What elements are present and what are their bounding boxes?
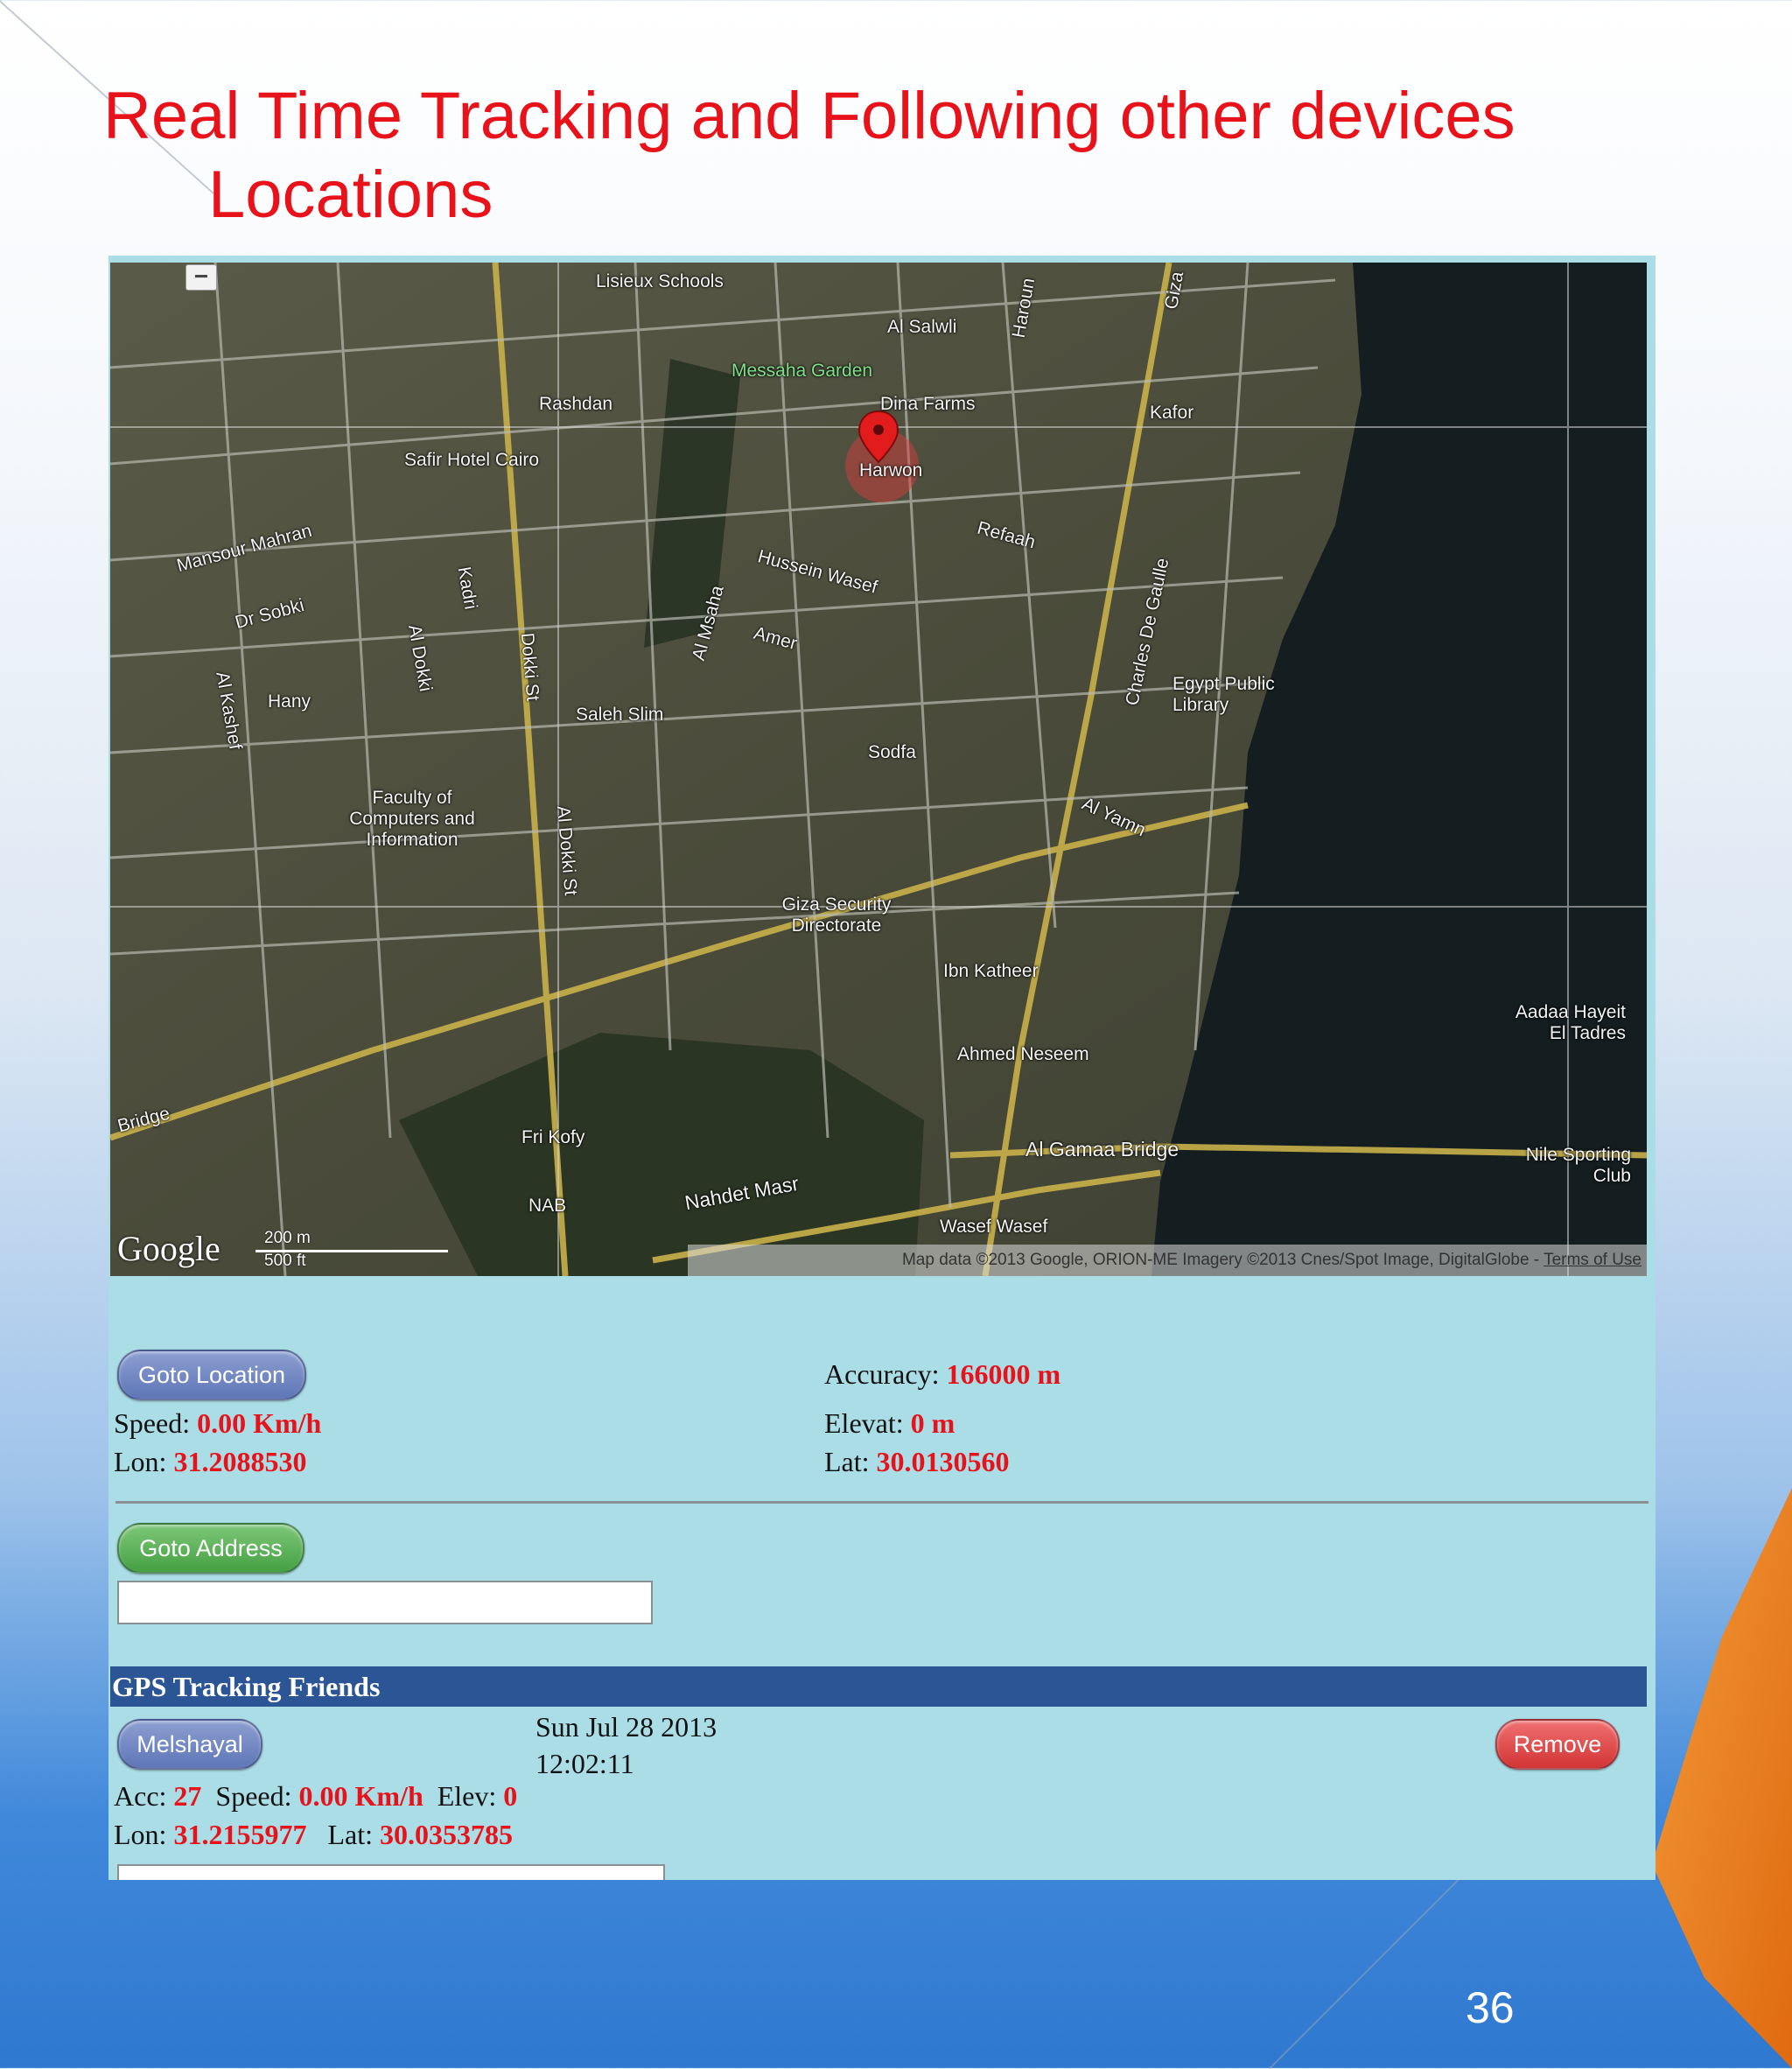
friend-name-button[interactable]: Melshayal: [117, 1719, 262, 1770]
goto-location-button[interactable]: Goto Location: [117, 1350, 306, 1400]
remove-friend-button[interactable]: Remove: [1495, 1719, 1620, 1770]
map-label: Safir Hotel Cairo: [404, 450, 540, 470]
friends-header: GPS Tracking Friends: [110, 1666, 1647, 1707]
lat-label: Lat:: [824, 1446, 870, 1477]
map-label: NAB: [528, 1196, 567, 1216]
elevation-label: Elevat:: [824, 1407, 904, 1439]
friend-elev-label: Elev:: [437, 1780, 497, 1812]
friend-lat-label: Lat:: [327, 1819, 373, 1850]
map-label: Lisieux Schools: [596, 271, 724, 291]
friend-coords-row: Lon: 31.2155977 Lat: 30.0353785: [114, 1819, 513, 1851]
accuracy-value: 166000 m: [946, 1358, 1061, 1390]
friend-lon-value: 31.2155977: [173, 1819, 307, 1850]
accuracy-label: Accuracy:: [824, 1358, 940, 1390]
friend-acc-value: 27: [173, 1780, 202, 1812]
scale-metric: 200 m: [264, 1229, 311, 1247]
map-label: Kafor: [1150, 403, 1194, 423]
speed-row: Speed: 0.00 Km/h: [114, 1407, 321, 1440]
map-label: Aadaa Hayeit El Tadres: [1515, 1002, 1626, 1043]
map-label: Harwon: [859, 460, 923, 480]
slide-title: Real Time Tracking and Following other d…: [103, 77, 1591, 235]
zoom-out-button[interactable]: −: [186, 264, 217, 291]
map-imagery: [110, 263, 1647, 1276]
terms-of-use-link[interactable]: Terms of Use: [1544, 1251, 1642, 1269]
friend-timestamp: Sun Jul 28 2013 12:02:11: [536, 1708, 717, 1782]
scale-imperial: 500 ft: [264, 1252, 306, 1270]
lon-label: Lon:: [114, 1446, 167, 1477]
tracking-app-panel: Lisieux Schools Al Salwli Haroun Giza Me…: [108, 256, 1656, 1880]
speed-value: 0.00 Km/h: [197, 1407, 322, 1439]
divider: [116, 1501, 1648, 1504]
map-label: Giza Security Directorate: [781, 894, 892, 936]
map-attribution: Map data ©2013 Google, ORION-ME Imagery …: [688, 1245, 1647, 1276]
map-label: Egypt Public Library: [1172, 674, 1275, 715]
map-label: Saleh Slim: [576, 705, 664, 725]
speed-label: Speed:: [114, 1407, 191, 1439]
map-label: Ahmed Neseem: [957, 1044, 1089, 1064]
friend-speed-value: 0.00 Km/h: [298, 1780, 424, 1812]
attribution-text: Map data ©2013 Google, ORION-ME Imagery …: [901, 1251, 1544, 1269]
elevation-value: 0 m: [910, 1407, 956, 1439]
lat-value: 30.0130560: [876, 1446, 1010, 1477]
lon-row: Lon: 31.2088530: [114, 1446, 306, 1478]
friend-lon-label: Lon:: [114, 1819, 167, 1850]
map-label: Messaha Garden: [732, 361, 873, 381]
map-label: Dina Farms: [880, 394, 976, 414]
slide-title-line1: Real Time Tracking and Following other d…: [103, 79, 1516, 153]
friend-lat-value: 30.0353785: [379, 1819, 513, 1850]
friend-acc-label: Acc:: [114, 1780, 167, 1812]
map-label: Fri Kofy: [522, 1127, 585, 1147]
address-input[interactable]: [117, 1581, 653, 1624]
goto-address-button[interactable]: Goto Address: [117, 1523, 304, 1574]
satellite-map[interactable]: Lisieux Schools Al Salwli Haroun Giza Me…: [110, 263, 1647, 1276]
map-label: Al Salwli: [887, 317, 957, 337]
friend-stats-row: Acc: 27 Speed: 0.00 Km/h Elev: 0: [114, 1780, 517, 1813]
map-label: Nile Sporting Club: [1525, 1145, 1631, 1186]
map-label: Faculty of Computers and Information: [349, 788, 475, 850]
friend-time: 12:02:11: [536, 1748, 634, 1779]
map-label: Rashdan: [539, 394, 613, 414]
map-label: Ibn Katheer: [943, 961, 1039, 981]
map-scale: 200 m 500 ft: [252, 1229, 453, 1271]
lon-value: 31.2088530: [173, 1446, 307, 1477]
map-label: Wasef Wasef: [940, 1217, 1048, 1237]
lat-row: Lat: 30.0130560: [824, 1446, 1010, 1478]
friend-speed-label: Speed:: [215, 1780, 292, 1812]
map-label: Hany: [268, 691, 312, 712]
friend-elev-value: 0: [503, 1780, 518, 1812]
map-label: Sodfa: [868, 742, 916, 762]
map-label: Al Gamaa Bridge: [1026, 1138, 1180, 1161]
friend-date: Sun Jul 28 2013: [536, 1711, 718, 1743]
slide-title-line2: Locations: [208, 158, 494, 232]
friend-options-select[interactable]: [117, 1864, 665, 1880]
google-logo: Google: [117, 1229, 220, 1268]
page-number: 36: [1466, 1983, 1515, 2032]
accuracy-row: Accuracy: 166000 m: [824, 1358, 1060, 1391]
elevation-row: Elevat: 0 m: [824, 1407, 955, 1440]
